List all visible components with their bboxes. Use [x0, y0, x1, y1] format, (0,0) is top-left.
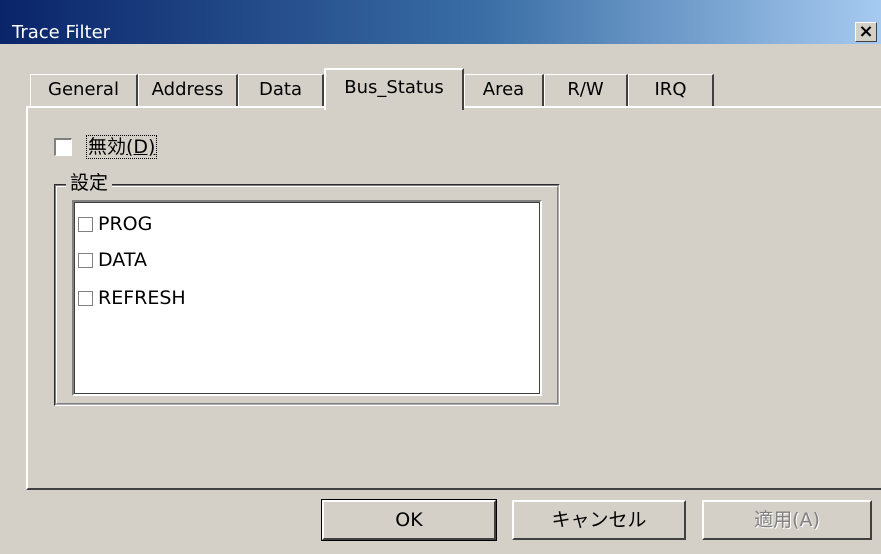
tab-irq[interactable]: IRQ	[628, 74, 714, 108]
tab-general[interactable]: General	[30, 74, 138, 108]
window-title: Trace Filter	[12, 22, 111, 43]
prog-checkbox[interactable]	[78, 217, 93, 232]
refresh-label: REFRESH	[98, 287, 186, 309]
tab-strip: General Address Data Bus_Status Area R/W…	[30, 68, 770, 110]
settings-group-legend: 設定	[66, 170, 113, 196]
title-bar[interactable]: Trace Filter ×	[0, 0, 881, 44]
refresh-checkbox[interactable]	[78, 291, 93, 306]
cancel-button[interactable]: キャンセル	[512, 500, 686, 540]
disable-checkbox-label: 無効(D)	[86, 134, 158, 160]
tab-rw[interactable]: R/W	[544, 74, 628, 108]
trace-filter-dialog: Trace Filter × General Address Data Bus_…	[0, 0, 881, 554]
disable-checkbox-box[interactable]	[54, 138, 72, 156]
bus-status-listbox[interactable]: PROG DATA REFRESH	[72, 200, 542, 396]
tab-area[interactable]: Area	[464, 74, 544, 108]
prog-label: PROG	[98, 213, 153, 235]
ok-button[interactable]: OK	[321, 499, 497, 541]
close-icon: ×	[858, 21, 874, 42]
tab-address[interactable]: Address	[138, 74, 238, 108]
apply-button[interactable]: 適用(A)	[702, 500, 872, 540]
disable-label-accel: (D)	[126, 136, 156, 158]
tab-data[interactable]: Data	[238, 74, 324, 108]
close-button[interactable]: ×	[855, 22, 877, 42]
data-label: DATA	[98, 249, 147, 271]
data-checkbox[interactable]	[78, 253, 93, 268]
tab-bus-status[interactable]: Bus_Status	[324, 68, 464, 110]
disable-label-main: 無効	[88, 136, 127, 158]
